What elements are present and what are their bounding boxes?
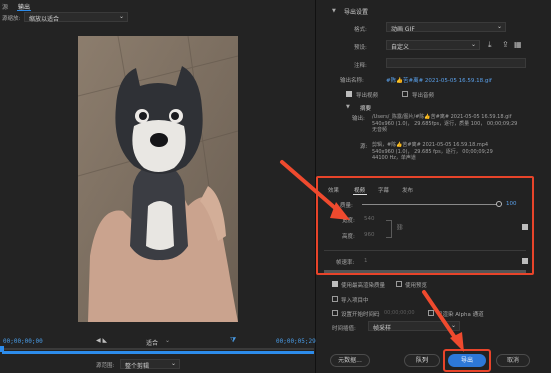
annotation-arrows [280, 160, 464, 352]
arrow-to-video-settings [280, 160, 350, 220]
arrow-to-export-button [422, 290, 464, 352]
